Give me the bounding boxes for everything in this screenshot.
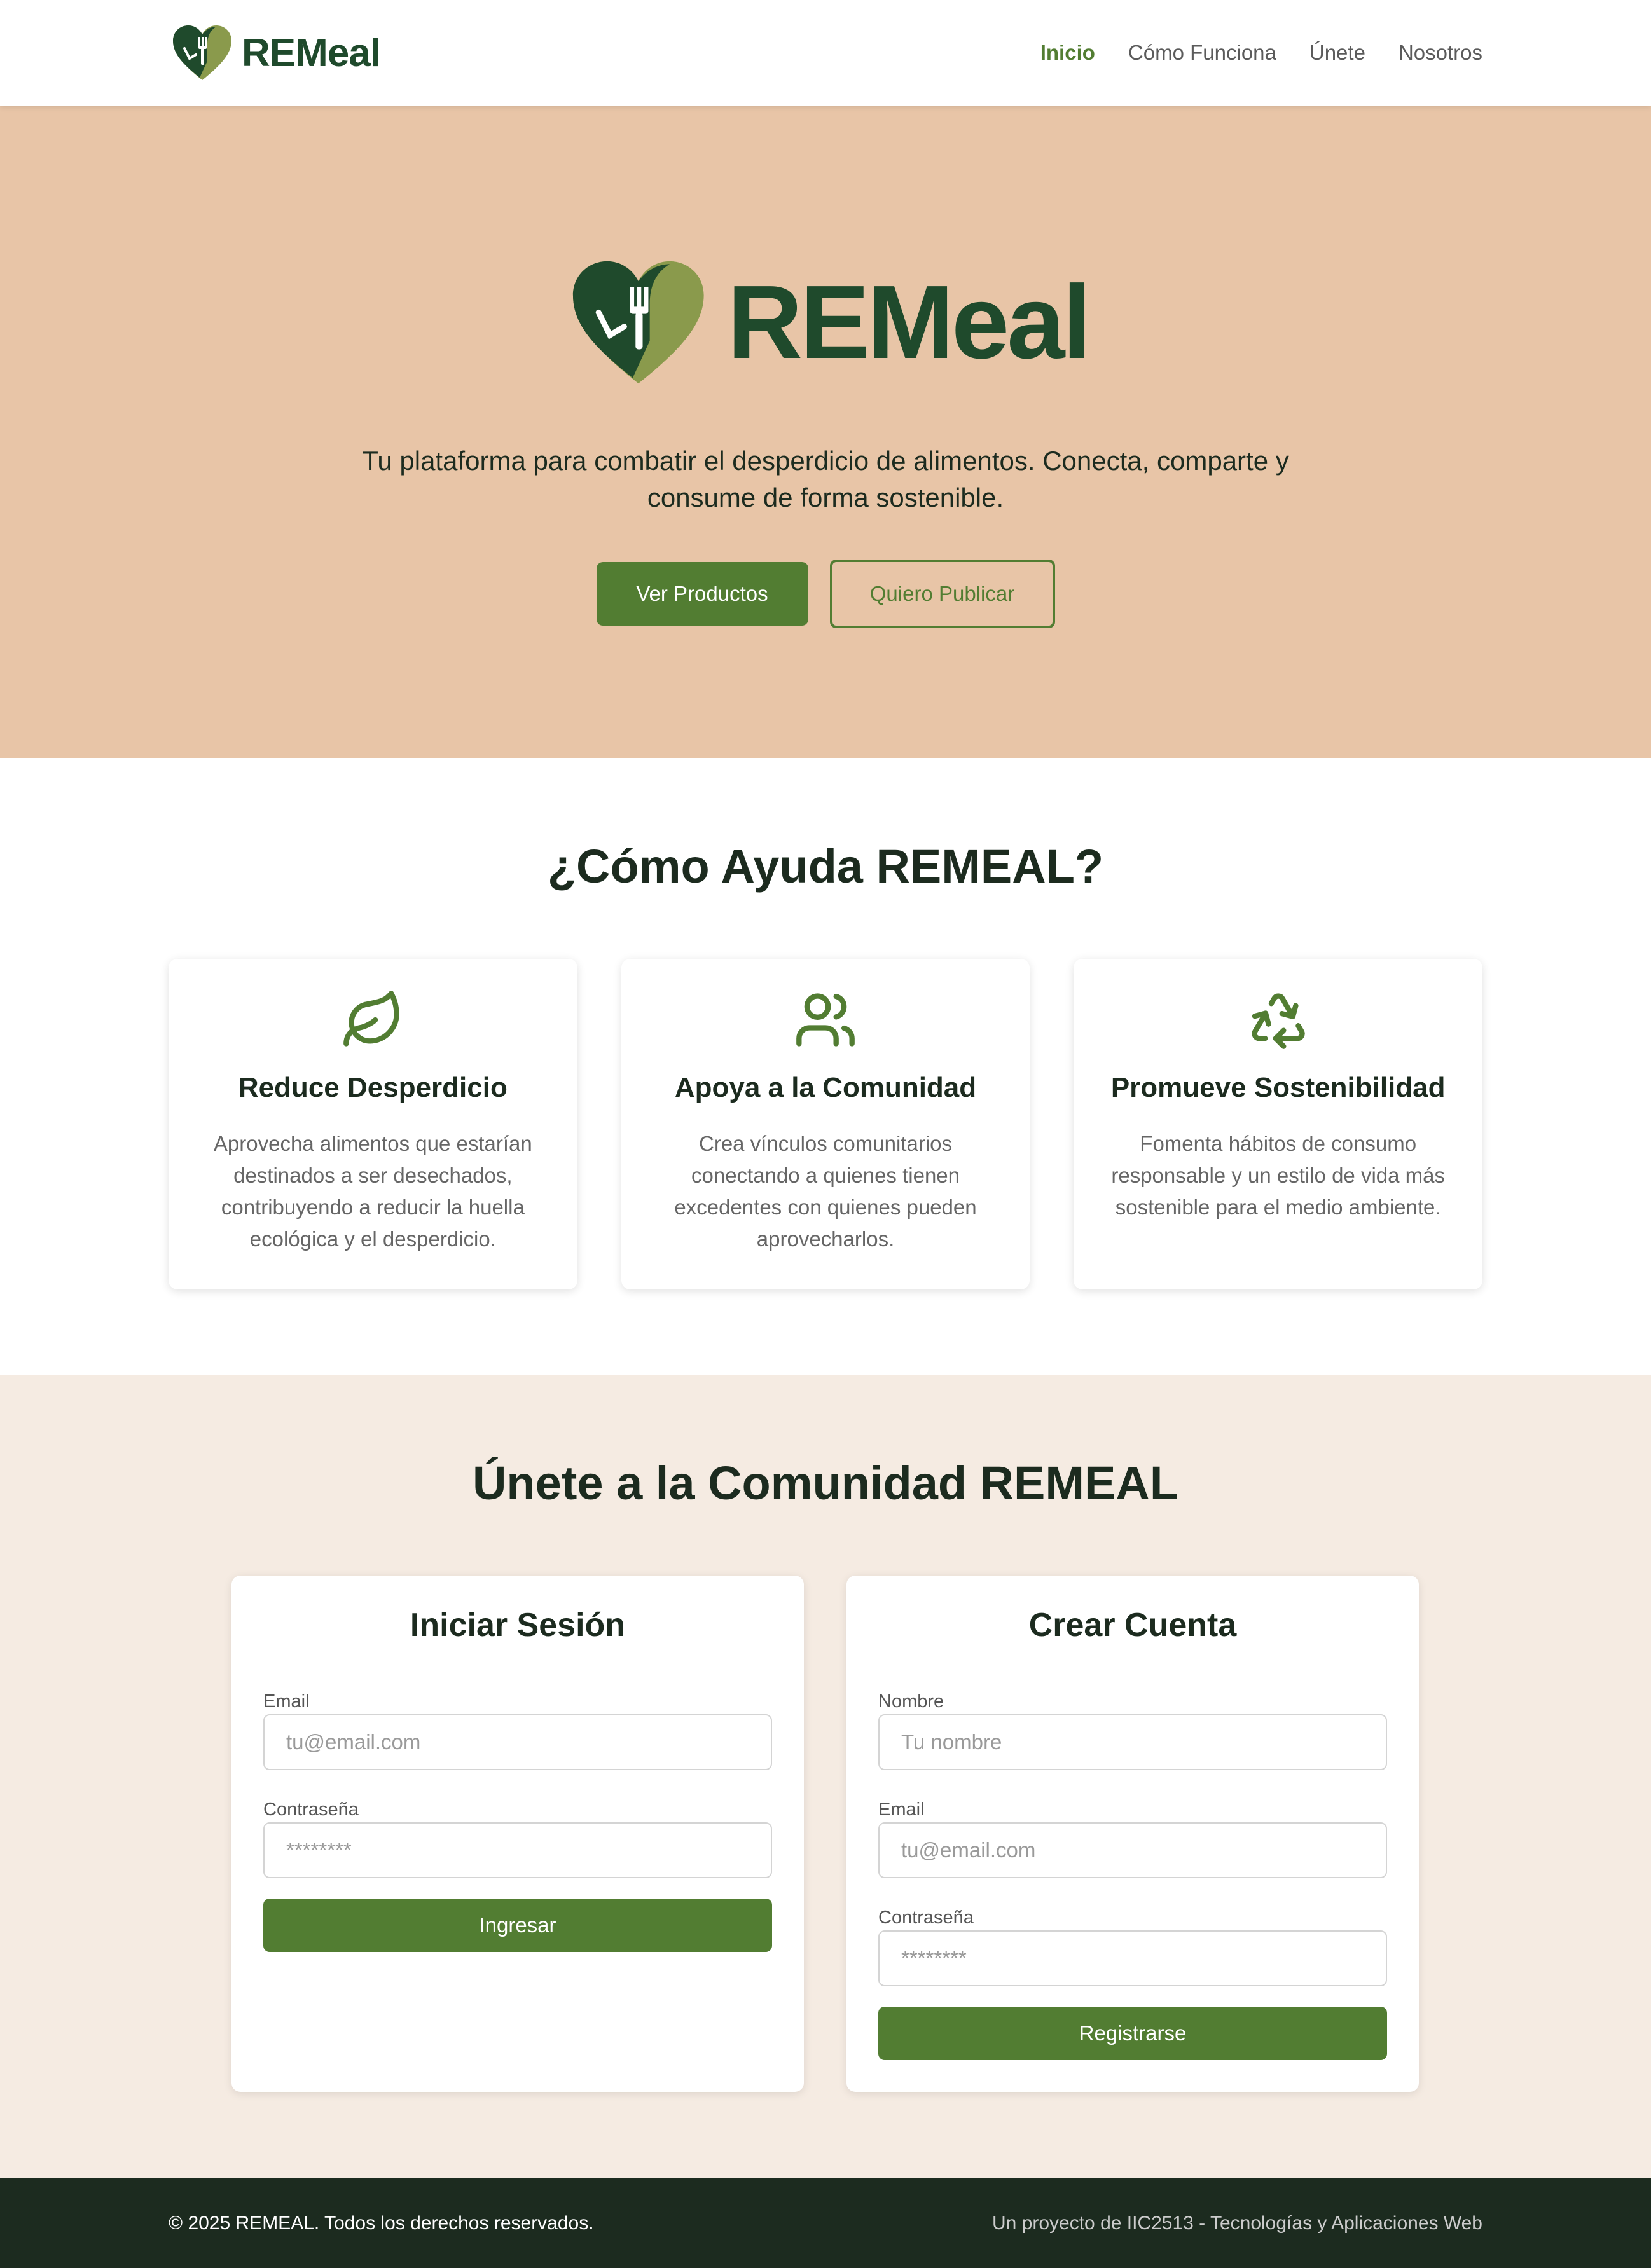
nav-link-como-funciona[interactable]: Cómo Funciona [1128, 41, 1276, 65]
users-icon [796, 993, 855, 1047]
hero-logo-text: REMeal [727, 264, 1091, 380]
feature-card-title: Reduce Desperdicio [238, 1072, 508, 1103]
nav-links: Inicio Cómo Funciona Únete Nosotros [1040, 0, 1482, 106]
login-email-input[interactable] [263, 1714, 772, 1770]
hero-tagline: Tu plataforma para combatir el desperdic… [362, 446, 1289, 512]
register-name-input[interactable] [878, 1714, 1387, 1770]
login-password-input[interactable] [263, 1822, 772, 1878]
feature-card: Reduce Desperdicio Aprovecha alimentos q… [169, 959, 577, 1289]
register-form: Crear Cuenta Nombre Email Contraseña Reg… [846, 1576, 1419, 2092]
join-section-title: Únete a la Comunidad REMEAL [472, 1457, 1179, 1509]
remeal-heart-logo-icon [173, 25, 231, 80]
register-password-label: Contraseña [878, 1907, 974, 1928]
how-it-helps-section: ¿Cómo Ayuda REMEAL? Reduce Desperdicio A… [0, 758, 1651, 1375]
remeal-heart-logo-icon [572, 261, 704, 384]
nav-link-inicio[interactable]: Inicio [1040, 41, 1095, 65]
how-section-title: ¿Cómo Ayuda REMEAL? [547, 840, 1104, 893]
feature-card-text: Aprovecha alimentos que estarían destina… [213, 1132, 532, 1251]
hero-logo: REMeal [567, 243, 1091, 402]
nav-link-nosotros[interactable]: Nosotros [1399, 41, 1482, 65]
hero-section: REMeal Tu plataforma para combatir el de… [0, 106, 1651, 758]
footer-copyright: © 2025 REMEAL. Todos los derechos reserv… [169, 2213, 594, 2234]
join-section: Únete a la Comunidad REMEAL Iniciar Sesi… [0, 1375, 1651, 2178]
footer-credit: Un proyecto de IIC2513 - Tecnologías y A… [991, 2213, 1482, 2234]
feature-card-title: Apoya a la Comunidad [674, 1072, 977, 1103]
ver-productos-button[interactable]: Ver Productos [596, 562, 808, 626]
login-form: Iniciar Sesión Email Contraseña Ingresar [231, 1576, 804, 2092]
recycle-icon [1252, 993, 1305, 1049]
feature-cards: Reduce Desperdicio Aprovecha alimentos q… [169, 959, 1483, 1289]
top-navbar: REMeal Inicio Cómo Funciona Únete Nosotr… [0, 0, 1651, 106]
feature-card-text: Crea vínculos comunitarios conectando a … [674, 1132, 977, 1251]
login-password-label: Contraseña [263, 1799, 359, 1820]
register-name-label: Nombre [878, 1691, 944, 1712]
ingresar-button[interactable]: Ingresar [263, 1899, 772, 1952]
login-email-label: Email [263, 1691, 310, 1712]
login-title: Iniciar Sesión [410, 1607, 626, 1644]
feature-card: Promueve Sostenibilidad Fomenta hábitos … [1074, 959, 1483, 1289]
register-email-input[interactable] [878, 1822, 1387, 1878]
footer: © 2025 REMEAL. Todos los derechos reserv… [0, 2178, 1651, 2268]
feature-card: Apoya a la Comunidad Crea vínculos comun… [621, 959, 1030, 1289]
register-password-input[interactable] [878, 1930, 1387, 1986]
nav-logo[interactable]: REMeal [170, 23, 381, 83]
leaf-icon [343, 991, 399, 1047]
feature-card-title: Promueve Sostenibilidad [1110, 1072, 1446, 1103]
register-title: Crear Cuenta [1028, 1607, 1237, 1644]
nav-link-unete[interactable]: Únete [1309, 41, 1365, 65]
hero-buttons: Ver Productos Quiero Publicar [0, 560, 1651, 628]
nav-logo-text: REMeal [242, 31, 381, 75]
feature-card-text: Fomenta hábitos de consumo responsable y… [1111, 1132, 1445, 1219]
register-email-label: Email [878, 1799, 925, 1820]
registrarse-button[interactable]: Registrarse [878, 2007, 1387, 2060]
quiero-publicar-button[interactable]: Quiero Publicar [829, 560, 1055, 628]
